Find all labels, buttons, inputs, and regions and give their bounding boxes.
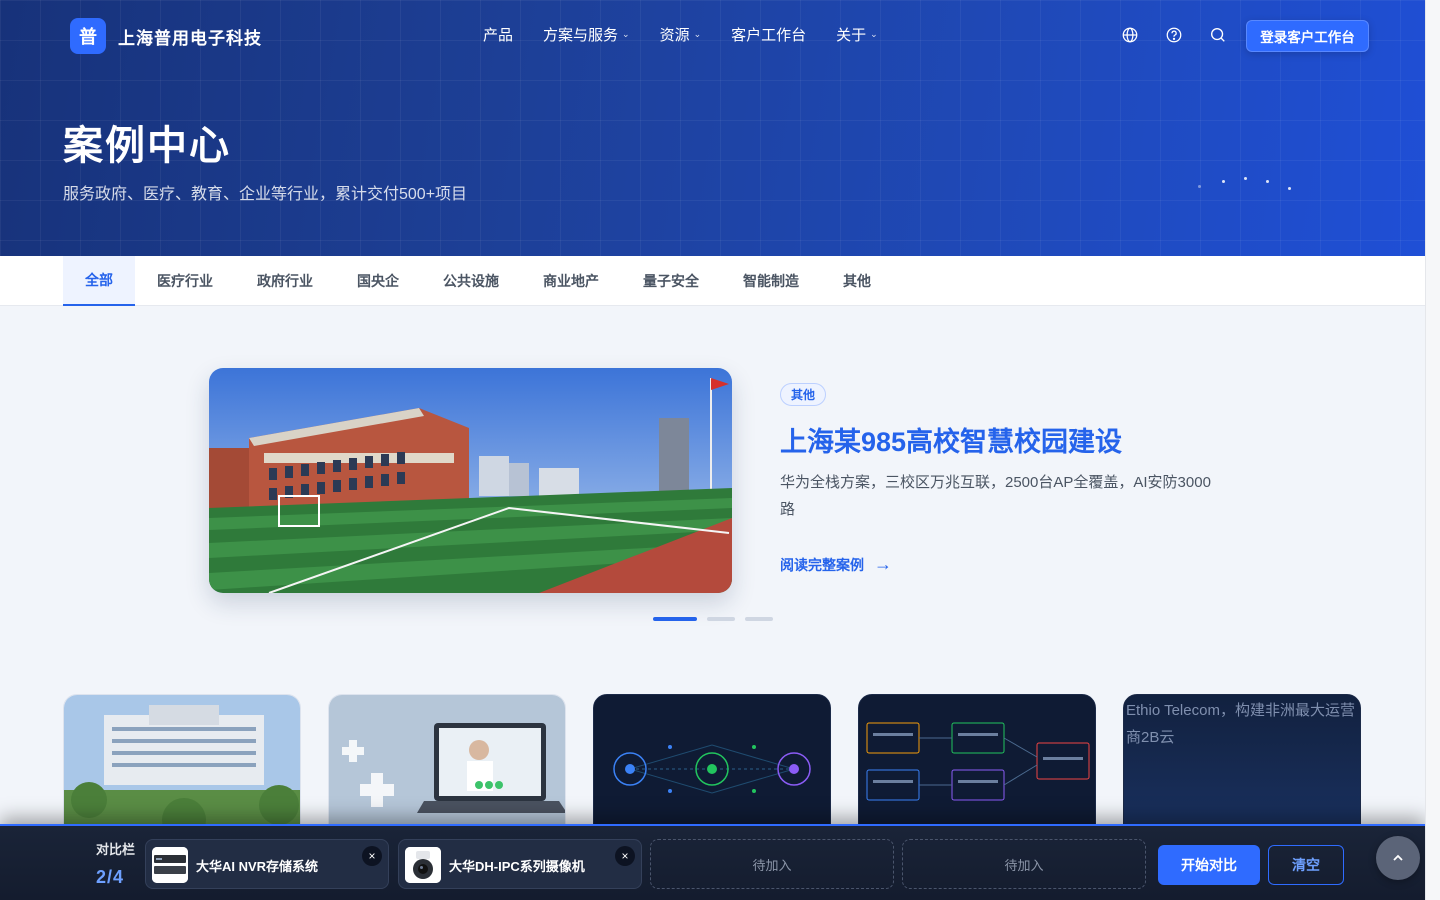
tab-other[interactable]: 其他 (829, 256, 885, 306)
page: 普 上海普用电子科技 产品 方案与服务 ⌄ 资源 ⌄ 客户工作台 关于 ⌄ 登录… (0, 0, 1425, 900)
menu-item-solutions[interactable]: 方案与服务 ⌄ (543, 24, 630, 45)
menu-label: 产品 (483, 27, 514, 44)
tab-medical[interactable]: 医疗行业 (143, 256, 227, 306)
page-subtitle: 服务政府、医疗、教育、企业等行业，累计交付500+项目 (63, 186, 468, 203)
case-card-image (329, 695, 565, 843)
compare-bar-label: 对比栏 (96, 842, 136, 857)
arrow-right-icon: → (874, 554, 892, 574)
tab-all[interactable]: 全部 (63, 256, 135, 306)
tab-government[interactable]: 政府行业 (243, 256, 327, 306)
featured-case-tag: 其他 (780, 383, 827, 406)
compare-count: 2/4 (96, 867, 125, 887)
back-to-top-button[interactable] (1376, 836, 1420, 880)
case-card-image (64, 695, 300, 843)
top-navigation: 普 上海普用电子科技 产品 方案与服务 ⌄ 资源 ⌄ 客户工作台 关于 ⌄ 登录… (0, 0, 1425, 72)
login-workspace-button[interactable]: 登录客户工作台 (1246, 20, 1369, 52)
clear-compare-button[interactable]: 清空 (1268, 845, 1344, 885)
carousel-dot[interactable] (653, 617, 697, 621)
menu-label: 方案与服务 (543, 27, 619, 44)
brand-logo[interactable]: 普 上海普用电子科技 (70, 18, 262, 54)
menu-label: 资源 (659, 27, 690, 44)
chevron-down-icon: ⌄ (693, 29, 702, 39)
chevron-down-icon: ⌄ (622, 29, 630, 39)
featured-case-title[interactable]: 上海某985高校智慧校园建设 (780, 420, 1122, 459)
tab-commercial-real-estate[interactable]: 商业地产 (529, 256, 613, 306)
case-card-hospital[interactable] (63, 694, 301, 844)
menu-item-products[interactable]: 产品 (483, 24, 513, 45)
start-compare-button[interactable]: 开始对比 (1158, 845, 1260, 885)
menu-item-workspace[interactable]: 客户工作台 (731, 24, 806, 45)
compare-item-name: 大华AI NVR存储系统 (196, 859, 319, 874)
compare-slot-empty: 待加入 (650, 839, 894, 889)
compare-slot-1[interactable]: 大华AI NVR存储系统 × (145, 839, 389, 889)
remove-compare-item-icon[interactable]: × (615, 846, 635, 866)
chevron-up-icon (1393, 854, 1403, 861)
remove-compare-item-icon[interactable]: × (362, 846, 382, 866)
tab-public-facilities[interactable]: 公共设施 (429, 256, 513, 306)
menu-label: 关于 (836, 27, 867, 44)
case-card-architecture[interactable] (858, 694, 1096, 844)
case-card-diagram (594, 695, 830, 843)
product-thumbnail-camera (405, 847, 441, 883)
broken-image-alt-text: Ethio Telecom，构建非洲最大运营商2B云 (1124, 695, 1360, 843)
page-title: 案例中心 (63, 124, 231, 168)
menu-label: 客户工作台 (731, 27, 807, 44)
brand-name: 上海普用电子科技 (118, 28, 262, 48)
help-icon[interactable] (1165, 26, 1183, 44)
search-icon[interactable] (1209, 26, 1227, 44)
menu-item-resources[interactable]: 资源 ⌄ (660, 24, 702, 45)
carousel-dots (653, 617, 773, 621)
featured-case-image[interactable] (209, 368, 732, 593)
product-thumbnail-nvr (152, 847, 188, 883)
chevron-down-icon: ⌄ (870, 29, 878, 39)
logo-mark: 普 (70, 18, 106, 54)
compare-bar: 对比栏 2/4 大华AI NVR存储系统 × 大华DH-IPC系列摄像机 × 待… (0, 824, 1425, 900)
page-scrollbar[interactable] (1425, 0, 1440, 900)
tab-quantum-security[interactable]: 量子安全 (629, 256, 713, 306)
tab-smart-manufacturing[interactable]: 智能制造 (729, 256, 813, 306)
read-full-case-label: 阅读完整案例 (780, 556, 864, 573)
case-card-diagram (859, 695, 1095, 843)
main-menu: 产品 方案与服务 ⌄ 资源 ⌄ 客户工作台 关于 ⌄ (483, 24, 878, 45)
compare-item-name: 大华DH-IPC系列摄像机 (449, 859, 585, 874)
case-card-telemedicine[interactable] (328, 694, 566, 844)
hero-banner: 普 上海普用电子科技 产品 方案与服务 ⌄ 资源 ⌄ 客户工作台 关于 ⌄ 登录… (0, 0, 1425, 256)
featured-case-description: 华为全栈方案，三校区万兆互联，2500台AP全覆盖，AI安防3000路 (780, 474, 1211, 518)
case-card-quantum-network[interactable] (593, 694, 831, 844)
read-full-case-link[interactable]: 阅读完整案例 → (780, 554, 892, 575)
globe-icon[interactable] (1121, 26, 1139, 44)
menu-item-about[interactable]: 关于 ⌄ (836, 24, 878, 45)
nav-icon-group (1121, 26, 1227, 44)
case-card-ethio-telecom[interactable]: Ethio Telecom，构建非洲最大运营商2B云 (1123, 694, 1361, 844)
compare-slot-2[interactable]: 大华DH-IPC系列摄像机 × (398, 839, 642, 889)
carousel-dot[interactable] (745, 617, 773, 621)
compare-slot-empty: 待加入 (902, 839, 1146, 889)
industry-tabs: 全部 医疗行业 政府行业 国央企 公共设施 商业地产 量子安全 智能制造 其他 (0, 256, 1425, 306)
carousel-dot[interactable] (707, 617, 735, 621)
hero-decoration (1180, 160, 1320, 200)
tab-soe[interactable]: 国央企 (343, 256, 413, 306)
